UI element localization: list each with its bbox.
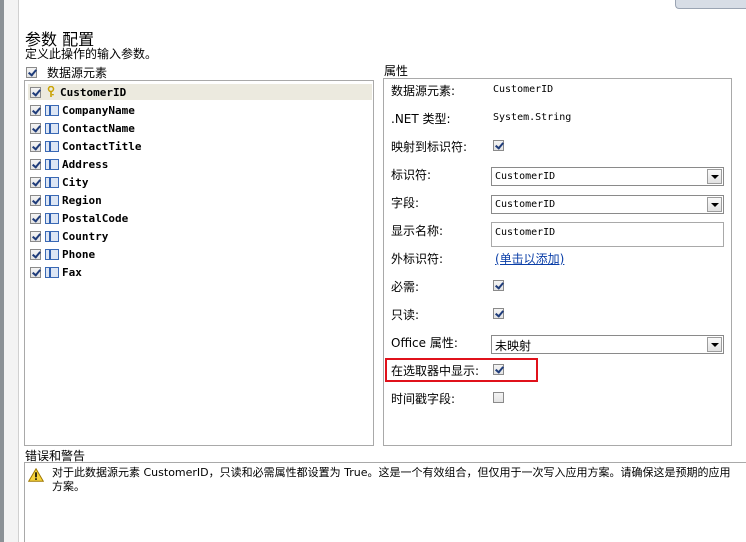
properties-header: 属性 xyxy=(384,64,409,78)
item-checkbox[interactable] xyxy=(30,194,41,206)
item-label: Address xyxy=(62,157,109,171)
chevron-down-icon[interactable] xyxy=(707,337,722,352)
field-combo[interactable]: CustomerID xyxy=(491,195,724,214)
item-label: Fax xyxy=(62,265,82,279)
item-checkbox[interactable] xyxy=(30,266,41,278)
foreign-identifier-label: 外标识符: xyxy=(391,252,444,266)
map-identifier-label: 映射到标识符: xyxy=(391,140,468,154)
timestamp-label: 时间戳字段: xyxy=(391,392,456,406)
dialog-subtitle: 定义此操作的输入参数。 xyxy=(25,47,158,61)
select-all-checkbox[interactable] xyxy=(26,67,37,78)
top-strip xyxy=(0,0,746,22)
field-icon xyxy=(45,230,59,242)
item-label: City xyxy=(62,175,89,189)
office-property-combo[interactable]: 未映射 xyxy=(491,335,724,354)
list-item[interactable]: Fax xyxy=(29,264,82,280)
field-icon xyxy=(45,158,59,170)
field-icon xyxy=(45,212,59,224)
item-checkbox[interactable] xyxy=(30,122,41,134)
list-item[interactable]: ContactName xyxy=(29,120,135,136)
item-label: Region xyxy=(62,193,102,207)
item-checkbox[interactable] xyxy=(30,176,41,188)
item-label: Country xyxy=(62,229,109,243)
field-icon xyxy=(45,140,59,152)
field-icon xyxy=(45,176,59,188)
item-checkbox[interactable] xyxy=(30,140,41,152)
item-checkbox[interactable] xyxy=(30,212,41,224)
readonly-label: 只读: xyxy=(391,308,420,322)
field-icon xyxy=(45,122,59,134)
net-type-label: .NET 类型: xyxy=(391,112,451,126)
select-all-row: 数据源元素 xyxy=(26,64,107,81)
field-value: CustomerID xyxy=(495,199,556,210)
list-item[interactable]: Country xyxy=(29,228,108,244)
select-all-label: 数据源元素 xyxy=(47,66,108,80)
list-item[interactable]: ContactTitle xyxy=(29,138,141,154)
list-item[interactable]: Region xyxy=(29,192,102,208)
timestamp-checkbox[interactable] xyxy=(493,392,504,403)
key-icon xyxy=(45,86,57,98)
chevron-down-icon[interactable] xyxy=(707,169,722,184)
list-item[interactable]: CustomerID xyxy=(28,84,372,100)
add-foreign-identifier-link[interactable]: (单击以添加) xyxy=(495,250,564,267)
chevron-down-icon[interactable] xyxy=(707,197,722,212)
item-label: ContactTitle xyxy=(62,139,142,153)
item-label: PostalCode xyxy=(62,211,129,225)
warning-icon xyxy=(27,467,45,482)
data-source-elements-list[interactable]: CustomerID CompanyName ContactName Conta… xyxy=(24,80,374,446)
item-checkbox[interactable] xyxy=(30,104,41,116)
warning-message: 对于此数据源元素 CustomerID，只读和必需属性都设置为 True。这是一… xyxy=(52,466,731,493)
list-item[interactable]: CompanyName xyxy=(29,102,135,118)
display-name-value: CustomerID xyxy=(495,227,556,238)
item-checkbox[interactable] xyxy=(30,230,41,242)
identifier-combo[interactable]: CustomerID xyxy=(491,167,724,186)
source-element-label: 数据源元素: xyxy=(391,84,456,98)
required-label: 必需: xyxy=(391,280,420,294)
window-corner xyxy=(675,0,746,9)
map-identifier-checkbox[interactable] xyxy=(493,140,504,151)
field-label: 字段: xyxy=(391,196,420,210)
display-name-input[interactable]: CustomerID xyxy=(491,222,724,247)
readonly-checkbox[interactable] xyxy=(493,308,504,319)
net-type-value: System.String xyxy=(493,112,572,123)
field-icon xyxy=(45,266,59,278)
list-item[interactable]: Phone xyxy=(29,246,95,262)
item-label: CustomerID xyxy=(60,85,127,99)
office-property-label: Office 属性: xyxy=(391,336,458,350)
item-label: Phone xyxy=(62,247,96,261)
required-checkbox[interactable] xyxy=(493,280,504,291)
list-item[interactable]: PostalCode xyxy=(29,210,128,226)
item-label: CompanyName xyxy=(62,103,135,117)
item-checkbox[interactable] xyxy=(30,248,41,260)
field-icon xyxy=(45,248,59,260)
item-checkbox[interactable] xyxy=(30,86,41,98)
highlight-box xyxy=(385,358,538,382)
source-element-value: CustomerID xyxy=(493,84,554,95)
field-icon xyxy=(45,104,59,116)
left-panel-edge xyxy=(4,0,19,542)
display-name-label: 显示名称: xyxy=(391,224,444,238)
identifier-label: 标识符: xyxy=(391,168,432,182)
list-item[interactable]: City xyxy=(29,174,89,190)
identifier-value: CustomerID xyxy=(495,171,556,182)
item-checkbox[interactable] xyxy=(30,158,41,170)
field-icon xyxy=(45,194,59,206)
list-item[interactable]: Address xyxy=(29,156,108,172)
item-label: ContactName xyxy=(62,121,135,135)
office-property-value: 未映射 xyxy=(495,339,532,353)
